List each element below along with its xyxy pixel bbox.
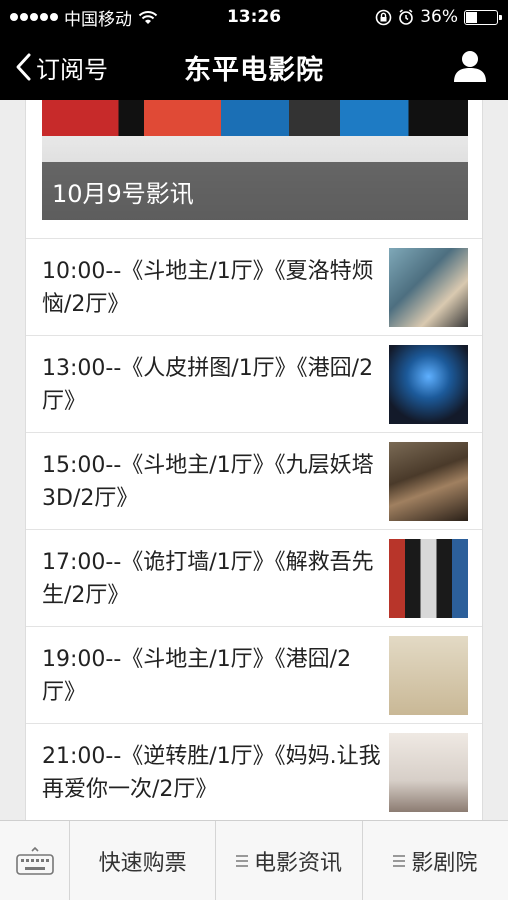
schedule-item[interactable]: 21:00--《逆转胜/1厅》《妈妈.让我再爱你一次/2厅》: [26, 723, 482, 820]
back-button[interactable]: 订阅号: [14, 34, 108, 100]
schedule-item[interactable]: 10:00--《斗地主/1厅》《夏洛特烦恼/2厅》: [26, 238, 482, 335]
keyboard-toggle-button[interactable]: [0, 821, 70, 900]
keyboard-icon: [15, 846, 54, 875]
submenu-icon: [235, 855, 248, 867]
schedule-item[interactable]: 19:00--《斗地主/1厅》《港囧/2厅》: [26, 626, 482, 723]
schedule-item-text: 17:00--《诡打墙/1厅》《解救吾先生/2厅》: [42, 550, 374, 608]
schedule-item-text: 15:00--《斗地主/1厅》《九层妖塔3D/2厅》: [42, 453, 374, 511]
alarm-icon: [399, 9, 414, 25]
movie-thumbnail: [389, 345, 468, 424]
menu-quick-ticket-label: 快速购票: [98, 851, 187, 876]
back-label: 订阅号: [36, 55, 108, 84]
schedule-item[interactable]: 17:00--《诡打墙/1厅》《解救吾先生/2厅》: [26, 529, 482, 626]
schedule-item[interactable]: 15:00--《斗地主/1厅》《九层妖塔3D/2厅》: [26, 432, 482, 529]
status-bar: 中国移动 13:26 36%: [0, 0, 508, 34]
schedule-item-text: 13:00--《人皮拼图/1厅》《港囧/2厅》: [42, 356, 374, 414]
movie-thumbnail: [389, 636, 468, 715]
page-title: 东平电影院: [184, 54, 324, 86]
status-time: 13:26: [226, 7, 282, 27]
hero-caption: 10月9号影讯: [42, 162, 468, 220]
schedule-item[interactable]: 13:00--《人皮拼图/1厅》《港囧/2厅》: [26, 335, 482, 432]
bottom-menu-bar: 快速购票 电影资讯 影剧院: [0, 820, 508, 900]
movie-thumbnail: [389, 248, 468, 327]
submenu-icon: [393, 855, 406, 867]
movie-thumbnail: [389, 539, 468, 618]
wifi-icon: [138, 10, 158, 24]
status-left: 中国移动: [10, 5, 158, 30]
chevron-left-icon: [16, 53, 31, 81]
schedule-item-text: 19:00--《斗地主/1厅》《港囧/2厅》: [42, 647, 352, 705]
nav-bar: 订阅号 东平电影院: [0, 34, 508, 100]
movie-thumbnail: [389, 733, 468, 812]
menu-movie-news[interactable]: 电影资讯: [216, 821, 363, 900]
menu-quick-ticket[interactable]: 快速购票: [70, 821, 217, 900]
battery-percent: 36%: [420, 7, 458, 27]
menu-cinema-label: 影剧院: [411, 851, 478, 876]
carrier-label: 中国移动: [64, 9, 132, 30]
article-content[interactable]: 10月9号影讯 10:00--《斗地主/1厅》《夏洛特烦恼/2厅》 13:00-…: [25, 100, 483, 820]
schedule-item-text: 10:00--《斗地主/1厅》《夏洛特烦恼/2厅》: [42, 259, 374, 317]
user-icon[interactable]: [452, 48, 488, 84]
movie-thumbnail: [389, 442, 468, 521]
battery-icon: [464, 9, 502, 25]
battery-fill: [466, 11, 477, 23]
status-right: 36%: [375, 7, 502, 27]
schedule-item-text: 21:00--《逆转胜/1厅》《妈妈.让我再爱你一次/2厅》: [42, 744, 381, 802]
menu-movie-news-label: 电影资讯: [253, 851, 342, 876]
schedule-list: 10:00--《斗地主/1厅》《夏洛特烦恼/2厅》 13:00--《人皮拼图/1…: [26, 238, 482, 820]
signal-icon: [10, 13, 58, 21]
rotation-lock-icon: [375, 9, 392, 25]
menu-cinema[interactable]: 影剧院: [363, 821, 508, 900]
hero-banner[interactable]: 10月9号影讯: [42, 100, 468, 220]
